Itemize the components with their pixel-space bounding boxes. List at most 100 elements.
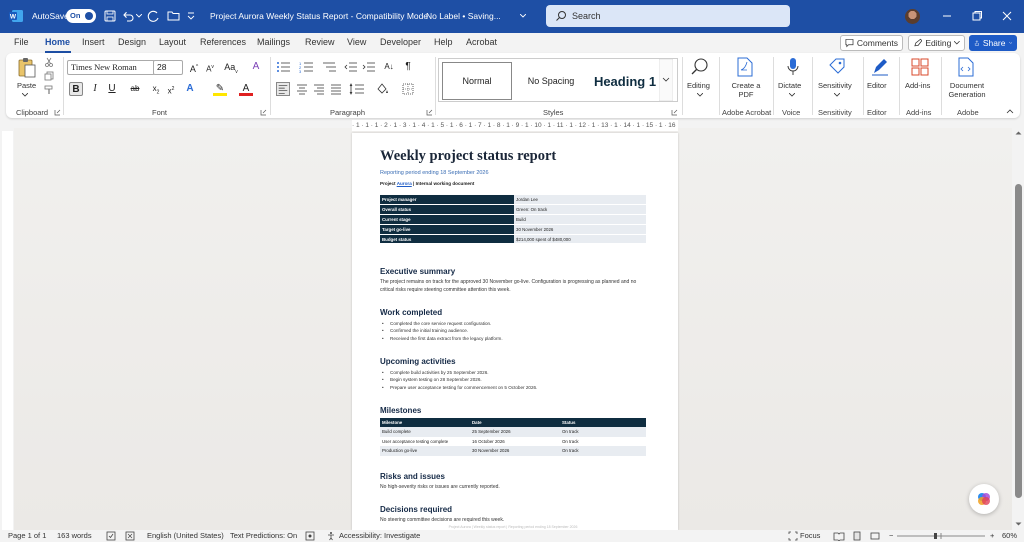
open-folder-icon[interactable] — [167, 9, 181, 23]
redo-icon[interactable] — [147, 9, 161, 23]
minimize-icon[interactable] — [939, 8, 955, 24]
chevron-down-icon[interactable] — [834, 93, 840, 97]
subscript-button[interactable]: x2 — [149, 82, 163, 96]
track-changes-icon[interactable] — [125, 531, 135, 541]
chevron-down-icon[interactable] — [22, 93, 28, 97]
sensitivity-label-status[interactable]: No Label • Saving... — [426, 11, 501, 21]
accessibility-status[interactable]: Accessibility: Investigate — [339, 531, 420, 540]
proofing-icon[interactable] — [106, 531, 116, 541]
decrease-indent-icon[interactable] — [344, 61, 358, 73]
tab-developer[interactable]: Developer — [380, 37, 421, 47]
focus-icon[interactable] — [788, 531, 798, 541]
sensitivity-icon[interactable] — [828, 57, 846, 77]
add-ins-button[interactable]: Add-ins — [905, 81, 930, 90]
editor-button[interactable]: Editor — [867, 81, 887, 90]
microphone-icon[interactable] — [786, 57, 800, 77]
sort-icon[interactable]: A↓ — [382, 60, 396, 74]
page-count[interactable]: Page 1 of 1 — [8, 531, 46, 540]
create-pdf-icon[interactable] — [736, 57, 754, 77]
share-button[interactable]: Share — [969, 35, 1017, 51]
print-layout-icon[interactable] — [852, 531, 862, 541]
justify-icon[interactable] — [329, 82, 343, 96]
tab-insert[interactable]: Insert — [82, 37, 105, 47]
style-normal[interactable]: Normal — [442, 62, 512, 100]
accessibility-icon[interactable] — [326, 531, 336, 541]
shading-icon[interactable] — [375, 82, 391, 96]
zoom-level[interactable]: 60% — [1002, 531, 1017, 540]
add-ins-icon[interactable] — [910, 57, 930, 77]
change-case-icon[interactable]: Aav — [221, 60, 241, 75]
restore-icon[interactable] — [969, 8, 985, 24]
document-generation-button[interactable]: Document Generation — [944, 81, 990, 99]
format-painter-icon[interactable] — [44, 85, 54, 95]
search-box[interactable]: Search — [546, 5, 790, 27]
zoom-in-button[interactable]: + — [990, 531, 994, 540]
tab-view[interactable]: View — [347, 37, 366, 47]
document-page[interactable]: Weekly project status report Reporting p… — [352, 133, 678, 530]
macro-icon[interactable] — [305, 531, 315, 541]
autosave-toggle[interactable]: On — [66, 9, 96, 23]
align-right-icon[interactable] — [312, 82, 326, 96]
tab-design[interactable]: Design — [118, 37, 146, 47]
chevron-down-icon[interactable] — [789, 93, 795, 97]
scroll-down-icon[interactable] — [1015, 522, 1022, 527]
tab-review[interactable]: Review — [305, 37, 335, 47]
editing-button[interactable]: Editing — [687, 81, 710, 90]
text-predictions-status[interactable]: Text Predictions: On — [230, 531, 297, 540]
cut-icon[interactable] — [44, 57, 54, 67]
style-no-spacing[interactable]: No Spacing — [515, 62, 587, 100]
find-icon[interactable] — [690, 57, 710, 77]
show-formatting-icon[interactable]: ¶ — [401, 60, 415, 74]
borders-icon[interactable] — [401, 82, 415, 96]
save-icon[interactable] — [104, 10, 116, 22]
paste-icon[interactable] — [17, 57, 37, 79]
word-count[interactable]: 163 words — [57, 531, 92, 540]
document-generation-icon[interactable] — [958, 57, 974, 77]
italic-button[interactable]: I — [88, 82, 102, 96]
grow-font-icon[interactable]: A^ — [187, 60, 201, 74]
zoom-slider[interactable] — [897, 532, 985, 540]
editor-icon[interactable] — [870, 57, 890, 77]
avatar[interactable] — [905, 9, 920, 24]
dialog-launcher-icon[interactable] — [54, 109, 61, 116]
font-color-icon[interactable]: A — [239, 82, 253, 96]
align-left-icon[interactable] — [276, 82, 290, 96]
tab-help[interactable]: Help — [434, 37, 453, 47]
customize-toolbar-icon[interactable] — [187, 11, 195, 21]
styles-more-icon[interactable] — [659, 59, 673, 101]
text-effects-icon[interactable]: A — [183, 82, 197, 96]
sensitivity-button[interactable]: Sensitivity — [818, 81, 852, 90]
line-spacing-icon[interactable] — [349, 82, 365, 96]
read-mode-icon[interactable] — [833, 531, 845, 541]
tab-references[interactable]: References — [200, 37, 246, 47]
scrollbar-thumb[interactable] — [1015, 184, 1022, 498]
numbering-icon[interactable]: 123 — [299, 61, 315, 73]
tab-home[interactable]: Home — [45, 37, 70, 47]
paste-button[interactable]: Paste — [17, 81, 36, 90]
tab-layout[interactable]: Layout — [159, 37, 186, 47]
create-pdf-button[interactable]: Create a PDF — [731, 81, 761, 99]
scroll-up-icon[interactable] — [1015, 130, 1022, 135]
tab-mailings[interactable]: Mailings — [257, 37, 290, 47]
bullets-icon[interactable] — [276, 61, 292, 73]
close-icon[interactable] — [999, 8, 1015, 24]
focus-mode-button[interactable]: Focus — [800, 531, 820, 540]
copy-icon[interactable] — [44, 71, 54, 81]
label-dropdown-icon[interactable] — [520, 14, 526, 18]
chevron-down-icon[interactable] — [697, 93, 703, 97]
superscript-button[interactable]: x2 — [164, 82, 178, 96]
multilevel-list-icon[interactable] — [322, 61, 338, 73]
strikethrough-button[interactable]: ab — [128, 82, 142, 96]
tab-acrobat[interactable]: Acrobat — [466, 37, 497, 47]
dialog-launcher-icon[interactable] — [671, 109, 678, 116]
vertical-ruler[interactable] — [2, 131, 13, 531]
tab-file[interactable]: File — [14, 37, 29, 47]
dictate-button[interactable]: Dictate — [778, 81, 801, 90]
font-name-select[interactable]: Times New Roman — [67, 60, 155, 75]
highlight-color-icon[interactable]: ✎ — [213, 82, 227, 96]
collapse-ribbon-icon[interactable] — [1006, 108, 1014, 114]
horizontal-ruler[interactable]: · 1 · 1 · 1 · 2 · 1 · 3 · 1 · 4 · 1 · 5 … — [352, 120, 678, 131]
shrink-font-icon[interactable]: Av — [203, 60, 217, 74]
font-size-select[interactable]: 28 — [153, 60, 183, 75]
bold-button[interactable]: B — [69, 82, 83, 96]
